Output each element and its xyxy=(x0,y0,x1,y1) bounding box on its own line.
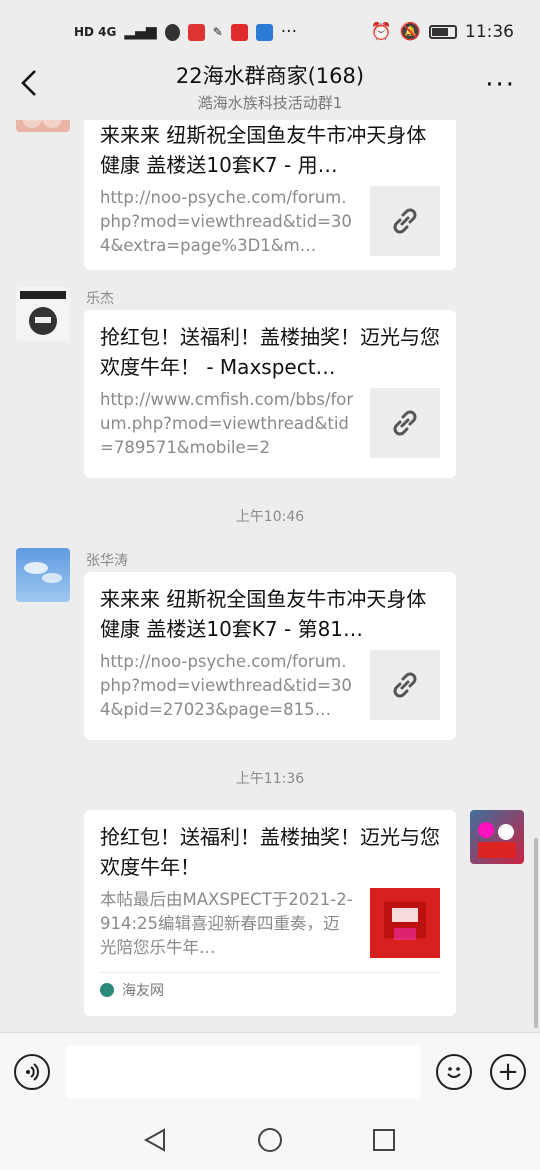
page-subtitle: 澔海水族科技活动群1 xyxy=(197,94,343,112)
text-app-icon: ✎ xyxy=(212,25,223,39)
scrollbar[interactable] xyxy=(534,838,538,1028)
chat-list[interactable]: 来来来 纽斯祝全国鱼友牛市冲天身体健康 盖楼送10套K7 - 用… http:/… xyxy=(0,120,540,1032)
page-title: 22海水群商家(168) xyxy=(175,64,365,88)
red-envelope-app-icon xyxy=(230,23,248,41)
card-body: http://noo-psyche.com/forum.php?mod=view… xyxy=(100,186,440,258)
recents-nav-icon[interactable] xyxy=(370,1126,398,1154)
voice-icon[interactable] xyxy=(14,1054,50,1090)
network-label: HD 4G xyxy=(74,25,117,39)
link-icon xyxy=(370,388,440,458)
card-body: http://www.cmfish.com/bbs/forum.php?mod=… xyxy=(100,388,440,460)
link-card[interactable]: 来来来 纽斯祝全国鱼友牛市冲天身体健康 盖楼送10套K7 - 第81… http… xyxy=(84,572,456,740)
more-dots-icon[interactable]: ··· xyxy=(485,70,516,100)
system-nav-bar xyxy=(0,1110,540,1170)
timestamp: 上午10:46 xyxy=(235,509,305,525)
source-label: 海友网 xyxy=(122,982,164,999)
status-right: ⏰ 🔕 11:36 xyxy=(371,22,514,42)
blue-app-icon xyxy=(255,23,273,41)
link-card[interactable]: 来来来 纽斯祝全国鱼友牛市冲天身体健康 盖楼送10套K7 - 用… http:/… xyxy=(84,120,456,270)
chevron-left-icon[interactable] xyxy=(14,68,44,102)
card-desc: http://www.cmfish.com/bbs/forum.php?mod=… xyxy=(100,390,354,457)
card-desc: http://noo-psyche.com/forum.php?mod=view… xyxy=(100,652,352,719)
card-body: http://noo-psyche.com/forum.php?mod=view… xyxy=(100,650,440,722)
card-desc: http://noo-psyche.com/forum.php?mod=view… xyxy=(100,188,352,255)
alarm-icon: ⏰ xyxy=(370,22,392,42)
avatar-self[interactable] xyxy=(470,810,524,864)
avatar[interactable] xyxy=(16,287,70,341)
card-body: 本帖最后由MAXSPECT于2021-2-914:25编辑喜迎新春四重奏，迈光陪… xyxy=(100,888,440,960)
status-time: 11:36 xyxy=(465,22,514,42)
status-left: HD 4G ▂▄▆ ✎ ··· xyxy=(74,22,297,42)
battery-icon xyxy=(429,25,457,39)
red-app-icon xyxy=(187,23,205,41)
mute-icon: 🔕 xyxy=(399,22,421,42)
link-card[interactable]: 抢红包！送福利！盖楼抽奖！迈光与您欢度牛年！ - Maxspect… http:… xyxy=(84,310,456,478)
card-title: 抢红包！送福利！盖楼抽奖！迈光与您欢度牛年！ - Maxspect… xyxy=(100,325,440,379)
more-dots: ··· xyxy=(280,22,297,42)
card-source: 海友网 xyxy=(100,972,440,1006)
avatar[interactable] xyxy=(16,548,70,602)
chat-header: 22海水群商家(168) 澔海水族科技活动群1 ··· xyxy=(0,54,540,120)
timestamp: 上午11:36 xyxy=(235,771,305,787)
link-icon xyxy=(370,650,440,720)
source-icon xyxy=(100,982,114,997)
card-title: 来来来 纽斯祝全国鱼友牛市冲天身体健康 盖楼送10套K7 - 第81… xyxy=(100,587,427,641)
card-title: 来来来 纽斯祝全国鱼友牛市冲天身体健康 盖楼送10套K7 - 用… xyxy=(100,123,427,177)
sender-name: 张华涛 xyxy=(86,553,128,569)
avatar[interactable] xyxy=(16,120,70,132)
signal-icon: ▂▄▆ xyxy=(124,24,157,40)
card-title: 抢红包！送福利！盖楼抽奖！迈光与您欢度牛年！ xyxy=(100,825,440,879)
link-icon xyxy=(370,186,440,256)
card-desc: 本帖最后由MAXSPECT于2021-2-914:25编辑喜迎新春四重奏，迈光陪… xyxy=(100,890,353,957)
back-nav-icon[interactable] xyxy=(142,1126,170,1154)
message-input[interactable] xyxy=(66,1045,421,1099)
home-nav-icon[interactable] xyxy=(256,1126,284,1154)
qq-icon xyxy=(164,23,180,41)
sender-name: 乐杰 xyxy=(86,291,114,307)
plus-icon[interactable]: + xyxy=(490,1054,526,1090)
article-thumbnail xyxy=(370,888,440,958)
input-bar: + xyxy=(0,1032,540,1110)
emoji-icon[interactable] xyxy=(436,1054,472,1090)
link-card[interactable]: 抢红包！送福利！盖楼抽奖！迈光与您欢度牛年！ 本帖最后由MAXSPECT于202… xyxy=(84,810,456,1016)
